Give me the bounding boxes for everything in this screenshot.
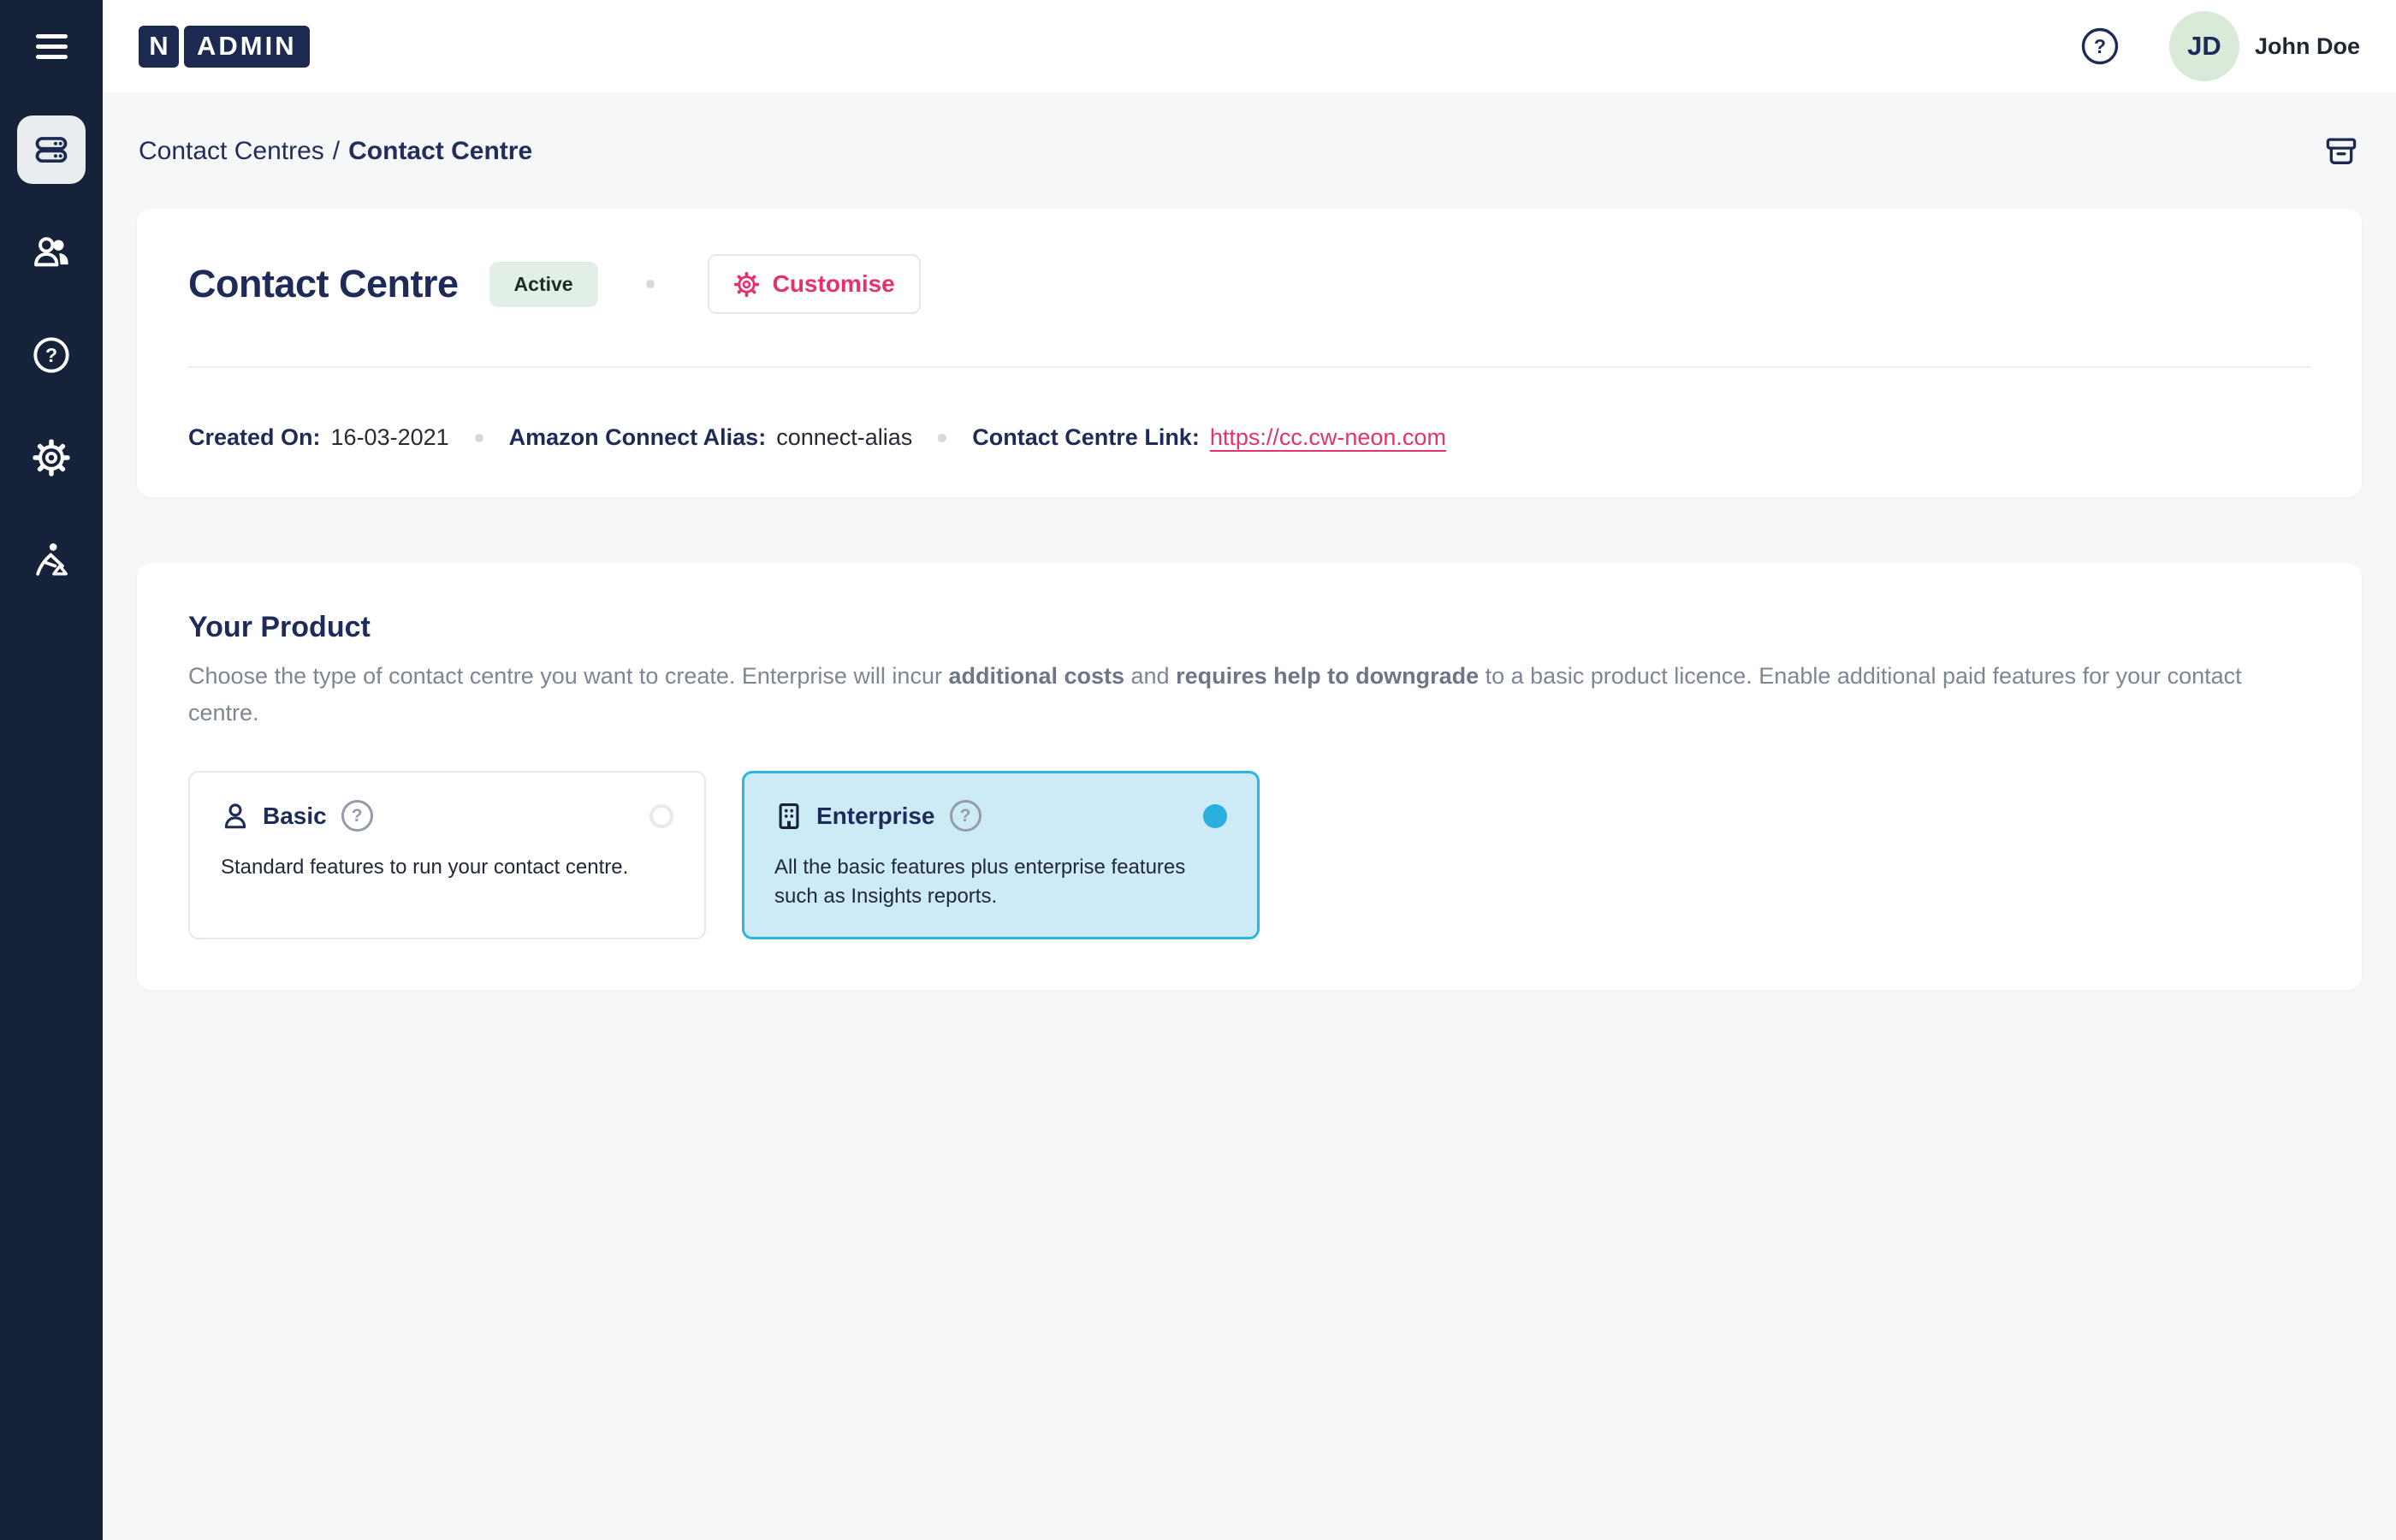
breadcrumb: Contact Centres / Contact Centre [139, 137, 532, 166]
sidebar-nav: ? [17, 92, 86, 629]
dot-separator [475, 434, 483, 442]
product-options: Basic ? Standard features to run your co… [188, 771, 2310, 939]
users-icon [32, 233, 71, 272]
sidebar-item-contact-centres[interactable] [17, 116, 86, 184]
hamburger-icon [36, 34, 68, 59]
option-basic[interactable]: Basic ? Standard features to run your co… [188, 771, 706, 939]
question-glyph: ? [960, 806, 971, 826]
option-name: Basic [263, 803, 327, 830]
basic-radio[interactable] [649, 804, 673, 828]
contact-centre-card: Contact Centre Active [137, 209, 2362, 497]
server-stack-icon [33, 131, 70, 169]
customise-button[interactable]: Customise [708, 254, 921, 314]
user-name[interactable]: John Doe [2255, 33, 2360, 60]
archive-box-icon [2324, 134, 2358, 169]
section-description: Choose the type of contact centre you wa… [188, 658, 2310, 732]
status-badge: Active [489, 262, 598, 307]
help-circle-icon: ? [32, 335, 71, 375]
app-logo[interactable]: N ADMIN [139, 26, 310, 68]
detail-created-on: Created On: 16-03-2021 [188, 424, 449, 451]
detail-centre-link: Contact Centre Link: https://cc.cw-neon.… [972, 424, 1446, 451]
breadcrumb-separator: / [333, 137, 340, 165]
sidebar-item-users[interactable] [17, 218, 86, 287]
app-root: ? [0, 0, 2396, 1540]
sidebar-item-help[interactable]: ? [17, 321, 86, 389]
enterprise-radio[interactable] [1203, 804, 1227, 828]
contact-centre-link[interactable]: https://cc.cw-neon.com [1210, 424, 1446, 451]
breadcrumb-current: Contact Centre [348, 137, 532, 165]
detail-label: Contact Centre Link: [972, 424, 1200, 451]
customise-button-label: Customise [773, 270, 895, 298]
desc-bold: additional costs [948, 663, 1124, 689]
breadcrumb-row: Contact Centres / Contact Centre [137, 127, 2362, 176]
help-button[interactable]: ? [2080, 27, 2120, 66]
desc-bold: requires help to downgrade [1176, 663, 1479, 689]
option-description: All the basic features plus enterprise f… [774, 853, 1207, 911]
desc-text: Choose the type of contact centre you wa… [188, 663, 948, 689]
logo-n-mark: N [139, 26, 179, 68]
question-circle-icon: ? [2080, 27, 2120, 66]
sidebar-item-maintenance[interactable] [17, 526, 86, 595]
detail-connect-alias: Amazon Connect Alias: connect-alias [509, 424, 913, 451]
section-title: Your Product [188, 611, 2310, 644]
option-enterprise[interactable]: Enterprise ? All the basic features plus… [742, 771, 1260, 939]
topbar-right: ? JD John Doe [2080, 11, 2369, 81]
sidebar-item-settings[interactable] [17, 424, 86, 492]
page-title: Contact Centre [188, 262, 459, 306]
your-product-card: Your Product Choose the type of contact … [137, 563, 2362, 990]
desc-text: and [1124, 663, 1176, 689]
option-description: Standard features to run your contact ce… [221, 853, 653, 882]
svg-text:?: ? [2094, 35, 2106, 57]
svg-text:?: ? [45, 344, 57, 366]
logo-admin-mark: ADMIN [184, 26, 310, 68]
detail-value: connect-alias [776, 424, 912, 451]
option-header: Enterprise ? [774, 800, 1227, 832]
option-header: Basic ? [221, 800, 673, 832]
person-icon [221, 802, 250, 831]
construction-icon [32, 541, 71, 580]
detail-value: 16-03-2021 [331, 424, 449, 451]
divider [188, 366, 2310, 368]
title-row: Contact Centre Active [188, 253, 2310, 315]
details-row: Created On: 16-03-2021 Amazon Connect Al… [188, 424, 2310, 451]
basic-help-icon[interactable]: ? [341, 800, 373, 832]
user-avatar[interactable]: JD [2169, 11, 2239, 81]
gear-icon [733, 271, 760, 298]
dot-separator [938, 434, 946, 442]
detail-label: Created On: [188, 424, 321, 451]
page-content: Contact Centres / Contact Centre Contact C… [103, 92, 2396, 1540]
topbar: N ADMIN ? JD John Doe [103, 0, 2396, 92]
dot-separator [646, 280, 655, 288]
breadcrumb-parent[interactable]: Contact Centres [139, 137, 324, 165]
archive-button[interactable] [2322, 133, 2360, 170]
enterprise-help-icon[interactable]: ? [950, 800, 982, 832]
sidebar: ? [0, 0, 103, 1540]
detail-label: Amazon Connect Alias: [509, 424, 767, 451]
main-area: N ADMIN ? JD John Doe Contact Centres/Co… [103, 0, 2396, 1540]
question-glyph: ? [352, 806, 363, 826]
option-name: Enterprise [816, 803, 935, 830]
menu-toggle-button[interactable] [0, 0, 103, 92]
building-icon [774, 802, 804, 831]
gear-icon [32, 438, 71, 477]
